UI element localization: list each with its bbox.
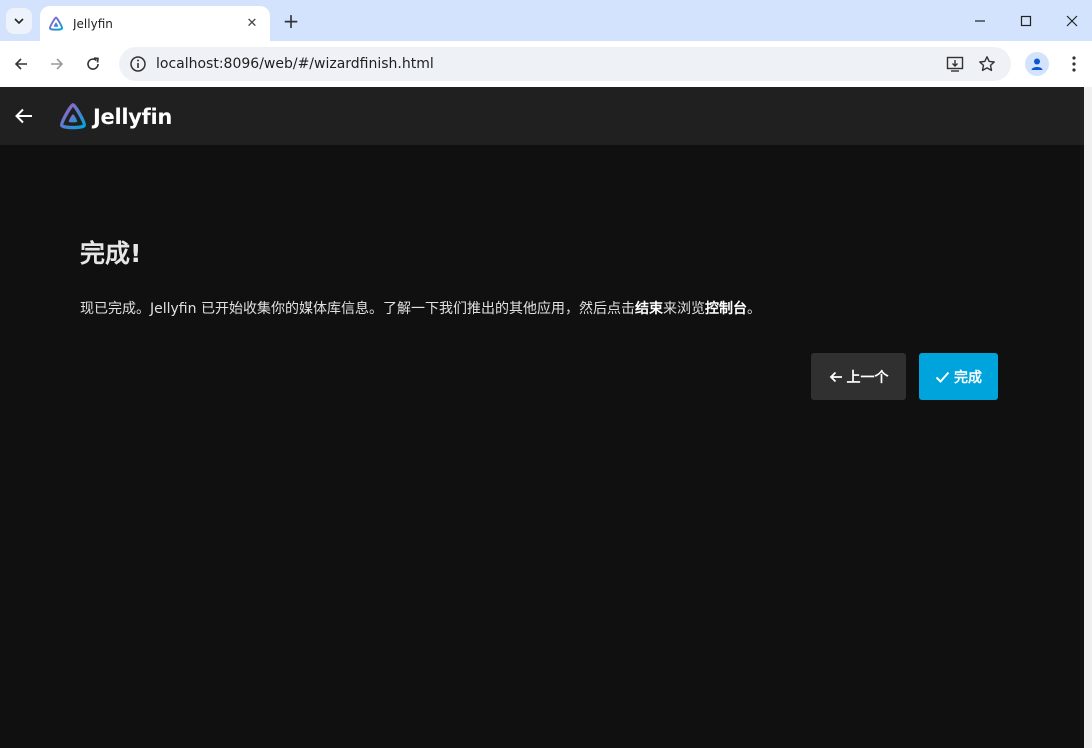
finish-keyword: 结束 <box>634 301 663 317</box>
logo-text: Jellyfin <box>93 105 173 129</box>
more-menu-icon[interactable] <box>1064 53 1084 75</box>
new-tab-icon[interactable]: + <box>280 10 302 32</box>
address-bar[interactable]: localhost:8096/web/#/wizardfinish.html <box>119 47 1011 81</box>
back-arrow-icon <box>15 108 32 124</box>
install-app-icon[interactable] <box>945 54 965 74</box>
description-text-end: 。 <box>746 301 761 317</box>
description-text-mid: 来浏览 <box>662 301 705 317</box>
page-scrollbar[interactable] <box>1084 87 1092 748</box>
jellyfin-favicon-icon <box>48 15 64 32</box>
app-header: Jellyfin <box>0 87 1084 145</box>
browser-tab[interactable]: Jellyfin ✕ <box>40 6 270 41</box>
page-content: Jellyfin 完成! 现已完成。Jellyfin 已开始收集你的媒体库信息。… <box>0 87 1092 748</box>
url-text[interactable]: localhost:8096/web/#/wizardfinish.html <box>156 56 434 72</box>
close-icon[interactable]: ✕ <box>242 14 262 34</box>
header-back-button[interactable] <box>12 104 36 128</box>
maximize-icon[interactable] <box>1011 8 1041 34</box>
finish-button-label: 完成 <box>954 369 982 386</box>
arrow-left-icon <box>829 370 843 384</box>
description-text: 现已完成。Jellyfin 已开始收集你的媒体库信息。了解一下我们推出的其他应用… <box>80 301 635 317</box>
profile-icon[interactable] <box>1025 52 1049 76</box>
previous-button-label: 上一个 <box>846 369 889 386</box>
previous-button[interactable]: 上一个 <box>811 353 906 400</box>
wizard-description: 现已完成。Jellyfin 已开始收集你的媒体库信息。了解一下我们推出的其他应用… <box>80 298 761 318</box>
reload-icon[interactable] <box>80 51 106 77</box>
jellyfin-logo-icon <box>60 103 86 130</box>
tab-title: Jellyfin <box>73 16 113 31</box>
minimize-icon[interactable] <box>965 8 995 34</box>
page-title: 完成! <box>80 239 142 268</box>
site-info-icon[interactable] <box>129 55 147 73</box>
finish-button[interactable]: 完成 <box>919 353 998 400</box>
tab-search-button[interactable] <box>6 8 32 34</box>
dashboard-keyword: 控制台 <box>704 301 747 317</box>
back-arrow-icon[interactable] <box>8 51 34 77</box>
bookmark-star-icon[interactable] <box>977 54 997 74</box>
check-icon <box>935 370 950 384</box>
browser-tabstrip: Jellyfin ✕ + <box>0 0 1092 41</box>
window-close-icon[interactable] <box>1057 8 1087 34</box>
jellyfin-logo[interactable]: Jellyfin <box>58 101 172 133</box>
forward-arrow-icon[interactable] <box>44 51 70 77</box>
chevron-down-icon <box>14 18 24 25</box>
browser-toolbar: localhost:8096/web/#/wizardfinish.html <box>0 41 1092 87</box>
